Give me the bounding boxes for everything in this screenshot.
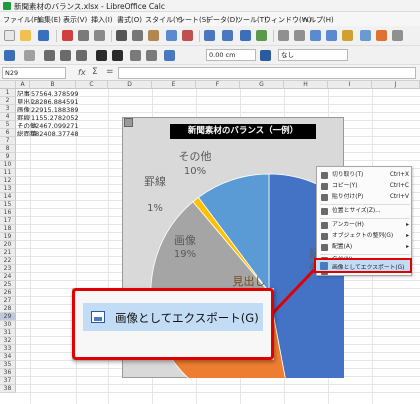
callout-line [270, 268, 316, 316]
image-mountain-shape [94, 317, 102, 321]
callout-export-label: 画像としてエクスポート(G) [115, 311, 259, 325]
zoomed-callout: 画像としてエクスポート(G) [72, 288, 274, 360]
export-image-icon [91, 311, 105, 323]
callout-export-item[interactable]: 画像としてエクスポート(G) [83, 303, 263, 331]
